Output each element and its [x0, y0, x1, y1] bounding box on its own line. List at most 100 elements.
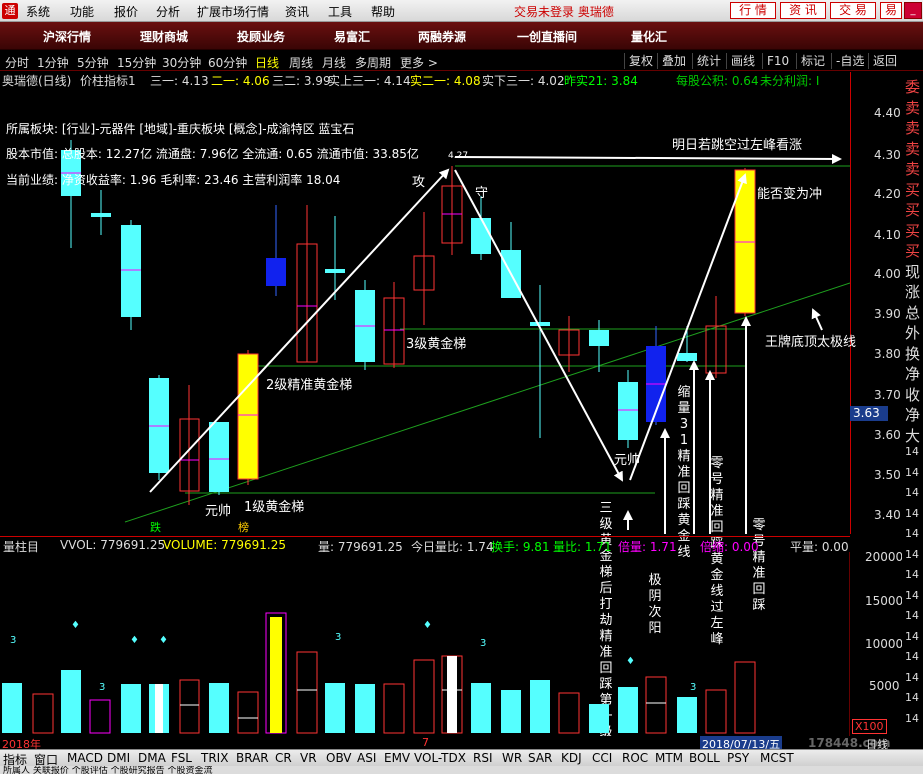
period-multi[interactable]: 多周期 — [355, 54, 391, 71]
tab-rsi[interactable]: RSI — [473, 751, 493, 765]
menu-bar: 通 系统 功能 报价 分析 扩展市场行情 资讯 工具 帮助 交易未登录 奥瑞德 … — [0, 0, 923, 22]
tab-wr[interactable]: WR — [502, 751, 522, 765]
menu-function[interactable]: 功能 — [70, 3, 94, 20]
nav-margin-source[interactable]: 两融券源 — [418, 28, 466, 45]
tab-kdj[interactable]: KDJ — [561, 751, 582, 765]
candle — [91, 213, 111, 217]
trade-button[interactable]: 交 易 — [830, 2, 876, 19]
tab-brar[interactable]: BRAR — [236, 751, 269, 765]
period-60min[interactable]: 60分钟 — [208, 54, 247, 71]
sector-info: 所属板块: [行业]-元器件 [地域]-重庆板块 [概念]-成渝特区 蓝宝石 — [6, 122, 355, 136]
tab-cci[interactable]: CCI — [592, 751, 612, 765]
minimize-icon[interactable]: _ — [904, 2, 922, 19]
menu-quote[interactable]: 报价 — [114, 3, 138, 20]
tab-psy[interactable]: PSY — [727, 751, 749, 765]
period-more[interactable]: 更多 > — [400, 54, 438, 71]
chart-title: 奥瑞德(日线) — [2, 74, 72, 88]
stats-button[interactable]: 统计 — [692, 53, 725, 69]
candle — [677, 353, 697, 361]
price-tick: 3.40 — [874, 508, 901, 522]
remove-watchlist-button[interactable]: -自选 — [831, 53, 868, 69]
news-button[interactable]: 资 讯 — [780, 2, 826, 19]
quote-strip-char: 14 — [905, 547, 919, 561]
status-text: 所属人 关联报价 个股评估 个股研究报告 个股资金流 — [3, 766, 213, 774]
period-15min[interactable]: 15分钟 — [117, 54, 156, 71]
note-suoliang-vertical: 缩 量 3 1 精 准 回 踩 黄 金 线 — [677, 385, 691, 560]
quote-strip-char: 换 — [905, 344, 921, 363]
nav-yifuhui[interactable]: 易富汇 — [334, 28, 370, 45]
top-navigation: 沪深行情 理财商城 投顾业务 易富汇 两融券源 一创直播间 量化汇 — [0, 22, 923, 50]
menu-tools[interactable]: 工具 — [328, 3, 352, 20]
tab-boll[interactable]: BOLL — [689, 751, 720, 765]
nav-hs-market[interactable]: 沪深行情 — [43, 28, 91, 45]
indicator-value-5: 实二一: 4.08 — [410, 74, 481, 88]
date-axis: 2018年 7 2018/07/13/五 178448.com 日线 — [0, 736, 923, 751]
menu-system[interactable]: 系统 — [26, 3, 50, 20]
quote-strip-char: 14 — [905, 711, 919, 725]
volume-header: 量柱目 VVOL: 779691.25 VOLUME: 779691.25 量:… — [0, 536, 850, 554]
nav-wealth-mall[interactable]: 理财商城 — [140, 28, 188, 45]
volume-tick: 20000 — [865, 550, 904, 564]
back-button[interactable]: 返回 — [868, 53, 901, 69]
quote-strip-char: 卖 — [905, 160, 921, 178]
tab-vol-tdx[interactable]: VOL-TDX — [414, 751, 466, 765]
tab-vr[interactable]: VR — [300, 751, 317, 765]
draw-line-button[interactable]: 画线 — [726, 53, 759, 69]
period-1min[interactable]: 1分钟 — [37, 54, 69, 71]
f10-button[interactable]: F10 — [762, 53, 793, 69]
tab-emv[interactable]: EMV — [384, 751, 410, 765]
tab-dma[interactable]: DMA — [138, 751, 166, 765]
quote-strip-char: 卖 — [905, 98, 921, 117]
tab-mcst[interactable]: MCST — [760, 751, 794, 765]
restore-rights-button[interactable]: 复权 — [624, 53, 657, 69]
period-30min[interactable]: 30分钟 — [162, 54, 201, 71]
volume-bars — [2, 612, 756, 734]
period-daily[interactable]: 日线 — [255, 54, 279, 71]
nav-live-room[interactable]: 一创直播间 — [517, 28, 577, 45]
tab-trix[interactable]: TRIX — [201, 751, 228, 765]
arrow-top-right — [454, 153, 842, 164]
candle — [209, 422, 229, 492]
app-logo-icon: 通 — [2, 3, 18, 19]
tab-obv[interactable]: OBV — [326, 751, 352, 765]
quote-strip-char: 外 — [905, 324, 921, 342]
price-tick: 4.20 — [874, 187, 901, 201]
svg-text:♦: ♦ — [423, 620, 432, 631]
volume-chart[interactable]: 3 ♦ 3 ♦ ♦ 3 ♦ 3 ♦ 3 — [0, 552, 850, 736]
menu-extended-market[interactable]: 扩展市场行情 — [197, 3, 269, 20]
note-attack: 攻 — [412, 175, 426, 190]
undistributed-profit: 未分利润: I — [760, 74, 820, 88]
tab-asi[interactable]: ASI — [357, 751, 376, 765]
menu-help[interactable]: 帮助 — [371, 3, 395, 20]
quote-strip-char: 大 — [905, 426, 921, 445]
quote-strip-char: 收 — [905, 385, 921, 404]
menu-info[interactable]: 资讯 — [285, 3, 309, 20]
indicator-value-3: 三二: 3.99 — [272, 74, 331, 88]
tab-dmi[interactable]: DMI — [107, 751, 130, 765]
tab-mtm[interactable]: MTM — [655, 751, 683, 765]
tab-fsl[interactable]: FSL — [171, 751, 192, 765]
period-monthly[interactable]: 月线 — [322, 54, 346, 71]
indicator-value-7: 昨实21: 3.84 — [564, 74, 638, 88]
overlay-button[interactable]: 叠加 — [657, 53, 690, 69]
vvol-value: VVOL: 779691.25 — [60, 538, 166, 552]
market-button[interactable]: 行 情 — [730, 2, 776, 19]
nav-quant[interactable]: 量化汇 — [631, 28, 667, 45]
quote-strip-char: 现 — [905, 262, 921, 281]
tab-macd[interactable]: MACD — [67, 751, 103, 765]
price-tick: 4.00 — [874, 267, 901, 281]
tab-cr[interactable]: CR — [275, 751, 292, 765]
price-tick: 4.40 — [874, 106, 901, 120]
indicator-value-1: 三一: 4.13 — [150, 74, 209, 88]
indicator-name[interactable]: 价柱指标1 — [80, 72, 136, 89]
menu-analysis[interactable]: 分析 — [156, 3, 180, 20]
nav-advisory[interactable]: 投顾业务 — [237, 28, 285, 45]
tab-roc[interactable]: ROC — [622, 751, 648, 765]
period-5min[interactable]: 5分钟 — [77, 54, 109, 71]
candle — [325, 269, 345, 273]
period-weekly[interactable]: 周线 — [289, 54, 313, 71]
easy-button[interactable]: 易 — [880, 2, 902, 19]
period-timeshare[interactable]: 分时 — [5, 54, 29, 71]
tab-sar[interactable]: SAR — [528, 751, 552, 765]
mark-button[interactable]: 标记 — [796, 53, 829, 69]
